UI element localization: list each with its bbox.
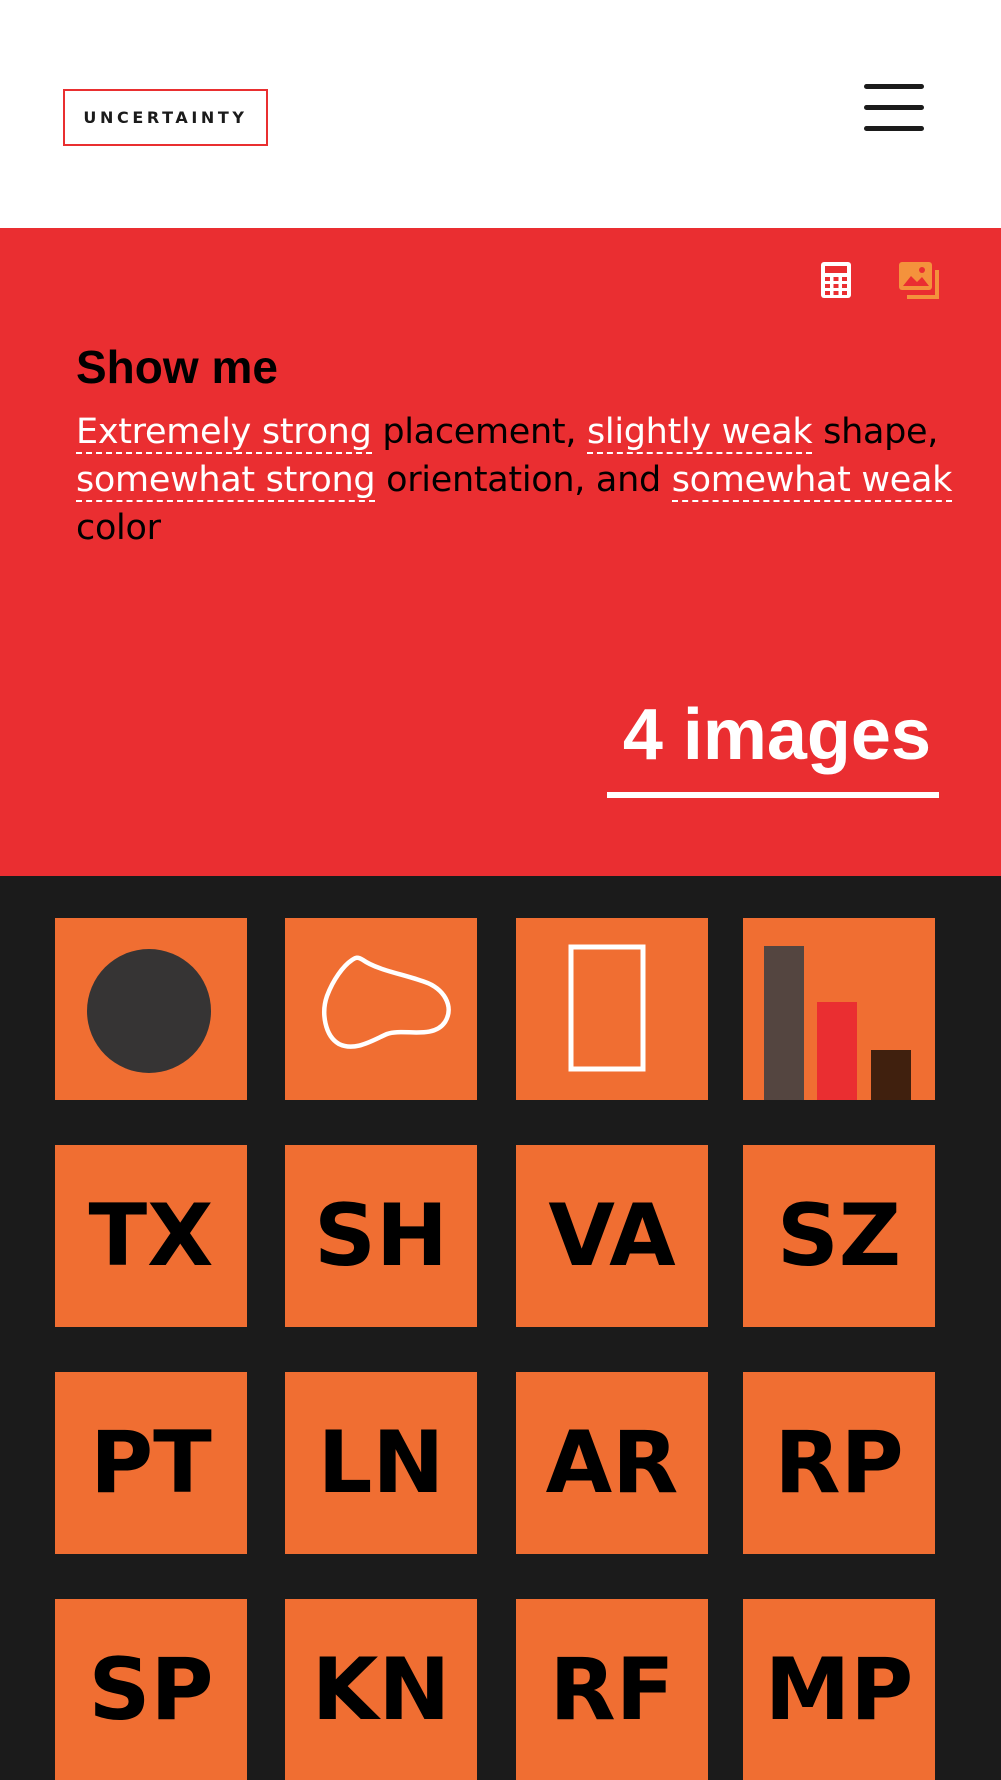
tile-code[interactable]: MP [743,1599,935,1780]
blob-shape-icon [322,955,451,1049]
tile-code[interactable]: RF [516,1599,708,1780]
logo[interactable]: UNCERTAINTY [63,89,268,146]
variable-grid: TX SH VA SZ PT LN AR RP SP KN RF MP [0,876,1001,1780]
image-gallery-icon[interactable] [898,261,940,299]
hero-panel: Show me Extremely strong placement, slig… [0,228,1001,876]
rectangle-outline-icon [568,944,646,1072]
tile-orientation[interactable] [516,918,708,1100]
tile-code[interactable]: SH [285,1145,477,1327]
tile-code[interactable]: KN [285,1599,477,1780]
image-count-underline [607,792,939,798]
circle-icon [87,949,211,1073]
color-label: color [76,508,161,548]
tile-code[interactable]: PT [55,1372,247,1554]
image-count-button[interactable]: 4 images [607,698,939,772]
shape-label: shape, [812,412,939,452]
tile-code[interactable]: TX [55,1145,247,1327]
tile-code[interactable]: SZ [743,1145,935,1327]
tile-code[interactable]: AR [516,1372,708,1554]
calculator-icon[interactable] [820,261,852,299]
header: UNCERTAINTY [0,0,1001,228]
placement-label: placement, [371,412,587,452]
placement-level-dropdown[interactable]: Extremely strong [76,412,372,454]
filter-sentence: Extremely strong placement, slightly wea… [76,408,956,552]
tile-shape[interactable] [285,918,477,1100]
bar-size-icon [764,946,911,1100]
tile-code[interactable]: SP [55,1599,247,1780]
tile-code[interactable]: LN [285,1372,477,1554]
tile-circle[interactable] [55,918,247,1100]
shape-level-dropdown[interactable]: slightly weak [586,412,813,454]
orientation-label: orientation, and [375,460,672,500]
tile-code[interactable]: VA [516,1145,708,1327]
color-level-dropdown[interactable]: somewhat weak [671,460,952,502]
orientation-level-dropdown[interactable]: somewhat strong [76,460,376,502]
hamburger-menu-icon[interactable] [860,80,924,136]
page-title: Show me [76,341,278,393]
tile-size[interactable] [743,918,935,1100]
tile-code[interactable]: RP [743,1372,935,1554]
